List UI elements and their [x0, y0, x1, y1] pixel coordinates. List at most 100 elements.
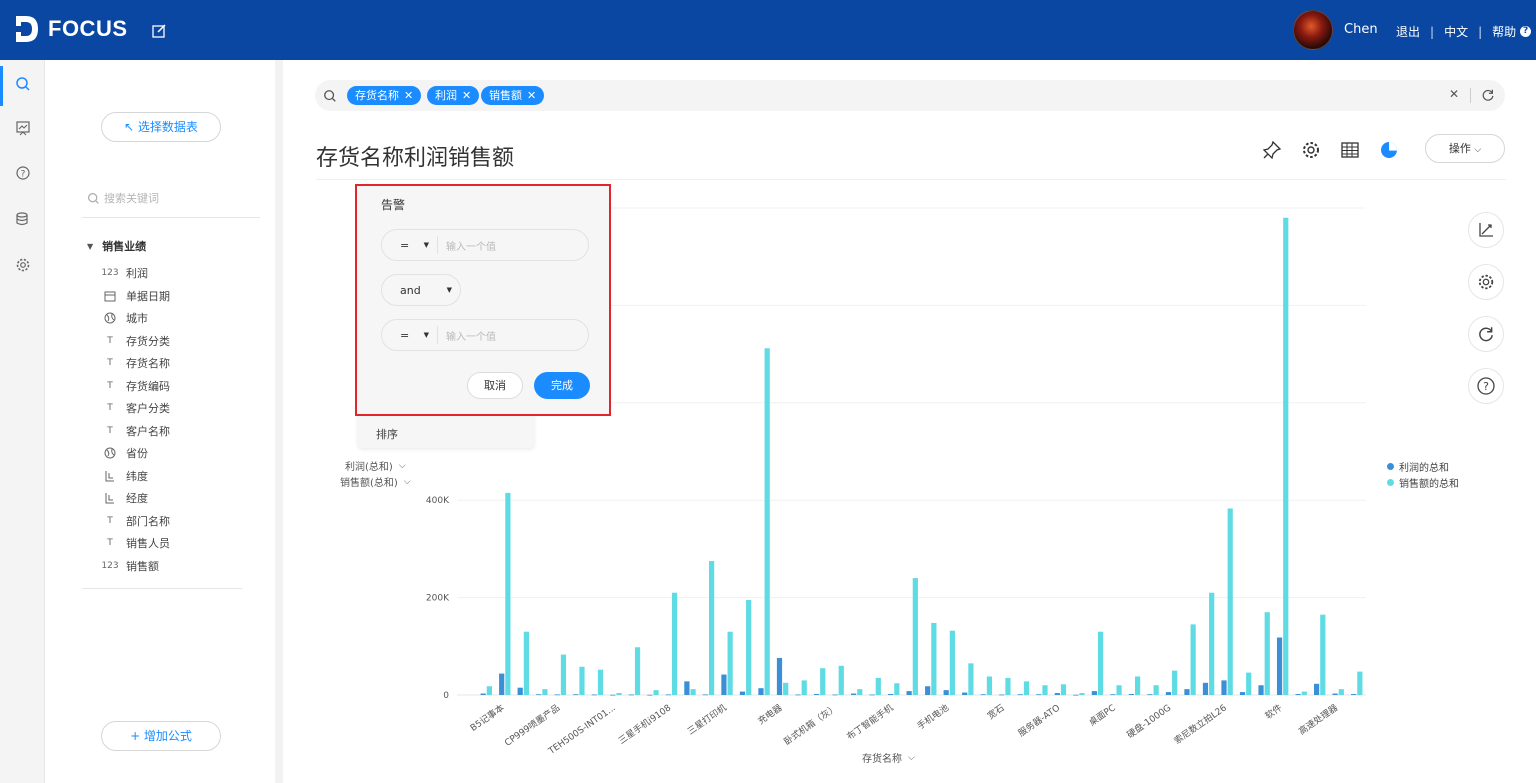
text-type-icon: T: [107, 538, 113, 549]
field-item[interactable]: T 存货分类: [103, 330, 170, 353]
text-type-icon: T: [107, 515, 113, 526]
refresh-icon[interactable]: [1468, 316, 1504, 352]
divider: [82, 588, 242, 589]
avatar[interactable]: [1293, 10, 1333, 50]
chart-type-icon[interactable]: [1377, 138, 1401, 162]
y-axis-selector-sales[interactable]: 销售额(总和) ⌵: [340, 474, 411, 490]
field-item[interactable]: 城市: [103, 307, 170, 330]
field-search[interactable]: 搜索关键词: [87, 188, 257, 208]
bar-sales: [1227, 508, 1233, 695]
close-icon[interactable]: ✕: [527, 89, 536, 102]
value-input-1[interactable]: 输入一个值: [438, 238, 496, 253]
operator-value: =: [400, 328, 410, 342]
bar-profit: [684, 681, 690, 695]
field-item[interactable]: 经度: [103, 487, 170, 510]
operator-select-2[interactable]: = ▼: [382, 326, 438, 344]
operator-select-1[interactable]: = ▼: [382, 236, 438, 254]
database-icon[interactable]: [0, 199, 45, 239]
axis-config-icon[interactable]: [1468, 212, 1504, 248]
field-item[interactable]: T 存货编码: [103, 375, 170, 398]
bar-sales: [838, 665, 844, 695]
y-tick-label: 0: [443, 691, 449, 701]
settings-icon[interactable]: [0, 245, 45, 285]
y-axis-selector-profit[interactable]: 利润(总和) ⌵: [345, 458, 406, 474]
search-chip[interactable]: 存货名称 ✕: [347, 86, 422, 105]
condition-row-1: = ▼ 输入一个值: [381, 229, 589, 261]
legend-label: 销售额的总和: [1399, 478, 1459, 490]
help-icon[interactable]: ?: [1468, 368, 1504, 404]
bar-sales: [597, 669, 604, 695]
x-tick-label: 三星手机i9108: [616, 701, 673, 746]
pin-icon[interactable]: [1260, 138, 1284, 162]
bar-profit: [721, 674, 727, 695]
x-tick-label: B5记事本: [468, 702, 507, 734]
done-button[interactable]: 完成: [534, 372, 590, 399]
caret-down-icon: ▼: [423, 331, 429, 339]
bar-profit: [999, 694, 1005, 696]
select-table-button[interactable]: ↖ 选择数据表: [101, 112, 221, 142]
logic-select[interactable]: and ▼: [381, 274, 461, 306]
bar-sales: [857, 689, 863, 695]
search-chip[interactable]: 利润 ✕: [427, 86, 480, 105]
chip-label: 存货名称: [355, 89, 399, 102]
edit-icon[interactable]: [151, 23, 167, 39]
field-item[interactable]: 纬度: [103, 465, 170, 488]
x-axis-selector[interactable]: 存货名称 ⌵: [862, 750, 915, 766]
bar-sales: [634, 647, 641, 695]
search-chip[interactable]: 销售额 ✕: [481, 86, 545, 105]
close-icon[interactable]: ✕: [462, 89, 471, 102]
dashboard-icon[interactable]: [0, 108, 45, 148]
field-item[interactable]: T 部门名称: [103, 510, 170, 533]
search-bar[interactable]: 存货名称 ✕ 利润 ✕ 销售额 ✕ ✕: [315, 80, 1505, 111]
x-tick-label: 服务器-ATO: [1016, 702, 1062, 740]
value-input-2[interactable]: 输入一个值: [438, 328, 496, 343]
field-item[interactable]: T 存货名称: [103, 352, 170, 375]
field-item[interactable]: 省份: [103, 442, 170, 465]
language-link[interactable]: 中文: [1444, 23, 1468, 40]
globe-icon: [103, 446, 117, 460]
field-item[interactable]: 123 利润: [101, 262, 170, 285]
bar-sales: [1079, 693, 1085, 695]
help-icon[interactable]: ?: [1520, 26, 1532, 37]
operations-dropdown[interactable]: 操作 ⌵: [1425, 134, 1505, 163]
bar-profit: [517, 687, 523, 695]
group-title-label: 销售业绩: [102, 240, 147, 253]
app-logo[interactable]: FOCUS: [14, 14, 128, 44]
bar-profit: [1147, 694, 1153, 696]
sort-menu-item[interactable]: 排序: [376, 426, 398, 442]
bar-sales: [542, 689, 548, 695]
field-label: 存货名称: [126, 357, 170, 371]
legend-item[interactable]: 利润的总和: [1387, 458, 1459, 474]
help-icon[interactable]: ?: [0, 153, 45, 193]
field-item[interactable]: T 客户名称: [103, 420, 170, 443]
cancel-button[interactable]: 取消: [467, 372, 523, 399]
close-icon[interactable]: ✕: [404, 89, 413, 102]
bar-profit: [1110, 694, 1116, 696]
top-links: 退出 | 中文 | 帮助 ?: [1396, 23, 1532, 40]
bar-sales: [894, 683, 900, 695]
field-item[interactable]: T 销售人员: [103, 532, 170, 555]
legend-item[interactable]: 销售额的总和: [1387, 474, 1459, 490]
field-item[interactable]: T 客户分类: [103, 397, 170, 420]
table-group-title[interactable]: ▼ 销售业绩: [87, 238, 146, 254]
help-link[interactable]: 帮助: [1492, 23, 1516, 40]
caret-down-icon: ▼: [87, 241, 94, 251]
add-formula-button[interactable]: + 增加公式: [101, 721, 221, 751]
gear-icon[interactable]: [1299, 138, 1323, 162]
bar-sales: [1264, 612, 1270, 695]
user-name[interactable]: Chen: [1344, 22, 1378, 37]
bar-sales: [764, 348, 770, 695]
settings-icon[interactable]: [1468, 264, 1504, 300]
search-icon[interactable]: [0, 64, 45, 106]
table-view-icon[interactable]: [1338, 138, 1362, 162]
bar-sales: [1246, 672, 1252, 695]
field-item[interactable]: 单据日期: [103, 285, 170, 308]
logout-link[interactable]: 退出: [1396, 23, 1420, 40]
clear-icon[interactable]: ✕: [1449, 87, 1459, 101]
bar-profit: [702, 694, 709, 696]
bar-profit: [1202, 682, 1209, 695]
field-item[interactable]: 123 销售额: [101, 555, 170, 578]
bar-sales: [968, 663, 974, 695]
refresh-icon[interactable]: [1481, 88, 1495, 102]
bar-profit: [1276, 637, 1283, 695]
